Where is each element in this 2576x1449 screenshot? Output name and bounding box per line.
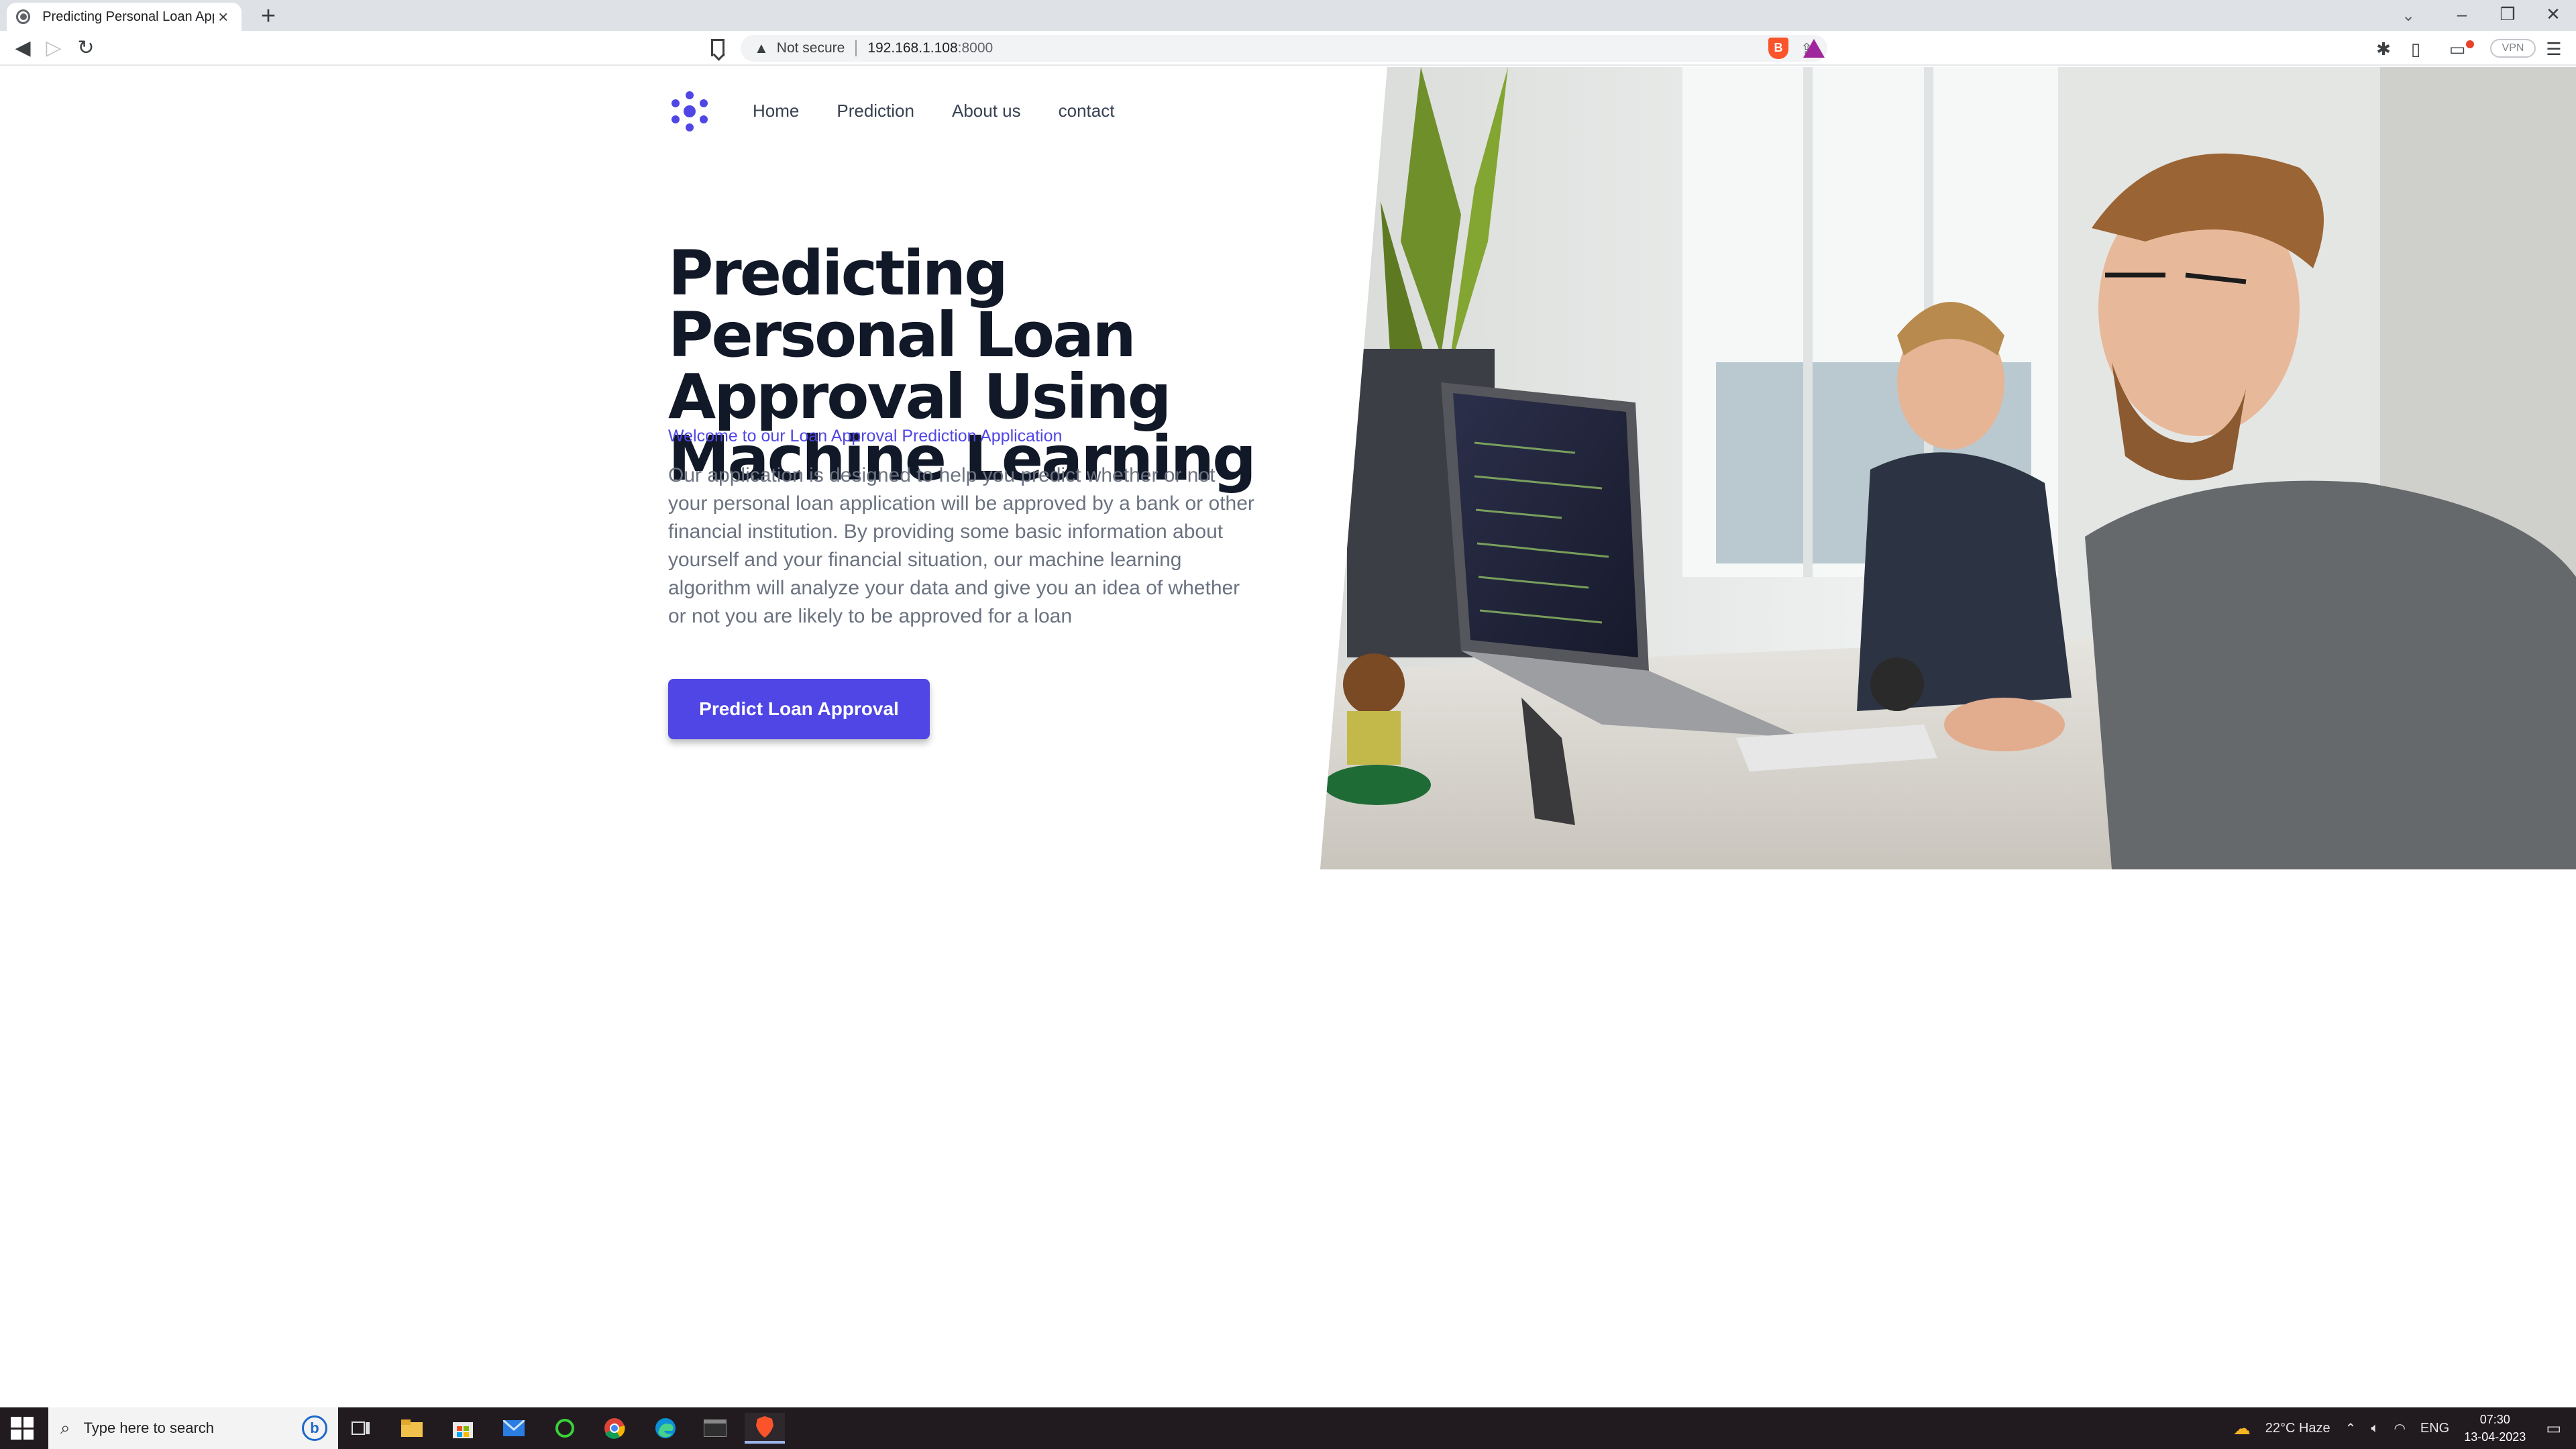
search-icon: ⌕ [60,1417,70,1438]
system-tray: ☁ 22°C Haze ⌃ 🔈︎ ◠ ENG 07:30 13-04-2023 … [2233,1407,2576,1449]
tab-search-chevron-icon[interactable]: ⌄ [2396,4,2420,28]
close-window-button[interactable]: ✕ [2530,0,2576,31]
menu-icon[interactable]: ☰ [2542,38,2565,60]
network-icon[interactable]: ◠ [2394,1420,2405,1437]
windows-start-icon[interactable] [11,1417,34,1440]
browser-tab-bar: Predicting Personal Loan Approv × + ⌄ – … [0,0,2576,31]
hero-tagline: Welcome to our Loan Approval Prediction … [668,427,1063,445]
brave-browser-icon[interactable] [745,1413,785,1444]
address-bar[interactable]: ▲ Not secure 192.168.1.108 :8000 ⇪ [741,35,1827,62]
close-tab-icon[interactable]: × [214,7,232,26]
clock-time: 07:30 [2479,1413,2510,1426]
notification-dot [2466,40,2474,48]
nav-about-link[interactable]: About us [952,101,1021,121]
taskbar-clock[interactable]: 07:30 13-04-2023 [2464,1411,2526,1446]
terminal-icon[interactable] [695,1413,735,1444]
hero-title: Predicting Personal Loan Approval Using … [668,237,1256,494]
minimize-button[interactable]: – [2439,0,2485,31]
taskbar-search-placeholder: Type here to search [83,1419,215,1436]
restore-button[interactable]: ❐ [2485,0,2530,31]
new-tab-button[interactable]: + [256,3,280,29]
main-nav: Home Prediction About us contact [753,101,1114,121]
url-host: 192.168.1.108 [867,40,958,56]
brand-logo-icon[interactable] [668,90,711,133]
chrome-icon[interactable] [594,1413,635,1444]
nav-contact-link[interactable]: contact [1059,101,1115,121]
tab-title: Predicting Personal Loan Approv [42,9,214,24]
nav-prediction-link[interactable]: Prediction [837,101,914,121]
taskbar-search-box[interactable]: ⌕ Type here to search b [48,1407,338,1449]
extensions-puzzle-icon[interactable]: ✱ [2372,38,2395,60]
hero-office-photo [1320,67,2576,869]
speaker-icon[interactable]: 🔈︎ [2371,1421,2379,1436]
mail-icon[interactable] [494,1413,534,1444]
language-indicator[interactable]: ENG [2420,1421,2449,1436]
notifications-icon[interactable]: ▭ [2546,1419,2561,1438]
file-explorer-icon[interactable] [392,1413,432,1444]
show-hidden-icons-chevron-icon[interactable]: ⌃ [2345,1420,2357,1437]
bookmark-icon[interactable] [711,39,724,56]
back-arrow-icon[interactable]: ◀ [11,36,35,60]
globe-icon [16,9,31,24]
security-label[interactable]: Not secure [777,40,857,56]
forward-arrow-icon[interactable]: ▷ [42,36,66,60]
microsoft-store-icon[interactable] [443,1413,483,1444]
xbox-app-icon[interactable] [545,1413,585,1444]
url-port: :8000 [957,40,994,56]
browser-toolbar: ◀ ▷ ↻ ▲ Not secure 192.168.1.108 :8000 ⇪… [0,31,2576,66]
wallet-icon[interactable]: ▭ [2446,38,2469,60]
window-controls: – ❐ ✕ [2439,0,2576,31]
predict-loan-approval-button[interactable]: Predict Loan Approval [668,679,930,739]
hero-description: Our application is designed to help you … [668,464,1254,627]
browser-tab[interactable]: Predicting Personal Loan Approv × [7,3,241,31]
brave-shield-icon[interactable]: B [1768,38,1788,59]
weather-haze-icon[interactable]: ☁ [2233,1418,2251,1439]
brave-rewards-icon[interactable] [1803,39,1825,58]
clock-date: 13-04-2023 [2464,1430,2526,1444]
warning-icon: ▲ [754,40,769,56]
nav-home-link[interactable]: Home [753,101,799,121]
sidebar-icon[interactable]: ▯ [2404,38,2427,60]
weather-text[interactable]: 22°C Haze [2265,1421,2330,1436]
reload-icon[interactable]: ↻ [74,36,98,60]
task-view-icon[interactable] [341,1413,381,1444]
windows-taskbar: ⌕ Type here to search b ☁ 22°C Haze ⌃ 🔈︎… [0,1407,2576,1449]
edge-icon[interactable] [645,1413,686,1444]
vpn-button[interactable]: VPN [2490,39,2536,58]
bing-icon[interactable]: b [302,1415,327,1441]
